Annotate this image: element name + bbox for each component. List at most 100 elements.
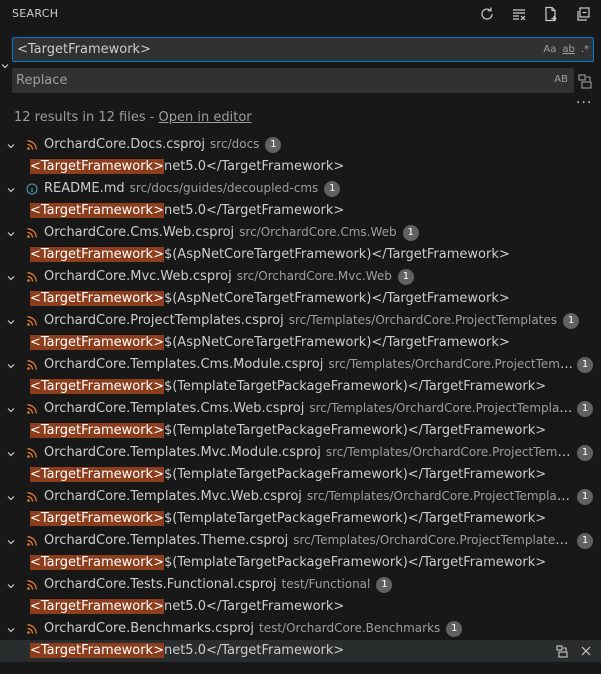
file-result-row[interactable]: OrchardCore.Benchmarks.csproj test/Orchar… — [0, 618, 601, 640]
match-case-toggle[interactable]: Aa — [543, 44, 556, 55]
info-icon — [26, 183, 38, 195]
refresh-icon[interactable] — [477, 4, 497, 24]
file-result-row[interactable]: README.md src/docs/guides/decoupled-cms 1 — [0, 178, 601, 200]
replace-box: AB — [12, 68, 574, 93]
match-row[interactable]: <TargetFramework>net5.0</TargetFramework… — [0, 156, 601, 178]
file-result-row[interactable]: OrchardCore.Templates.Mvc.Module.csproj s… — [0, 442, 601, 464]
expand-chevron-icon[interactable] — [6, 360, 16, 370]
match-row[interactable]: <TargetFramework>$(AspNetCoreTargetFrame… — [0, 244, 601, 266]
match-highlight: <TargetFramework> — [30, 599, 164, 614]
match-row[interactable]: <TargetFramework>$(TemplateTargetPackage… — [0, 508, 601, 530]
match-text: <TargetFramework>$(TemplateTargetPackage… — [30, 467, 546, 482]
match-rest: net5.0</TargetFramework> — [163, 159, 345, 174]
file-name: README.md src/docs/guides/decoupled-cms 1 — [44, 181, 341, 197]
dismiss-icon[interactable] — [579, 644, 593, 662]
rss-icon — [26, 227, 38, 239]
match-row[interactable]: <TargetFramework>$(AspNetCoreTargetFrame… — [0, 288, 601, 310]
file-result-row[interactable]: OrchardCore.Mvc.Web.csproj src/OrchardCor… — [0, 266, 601, 288]
open-in-editor-link[interactable]: Open in editor — [159, 110, 252, 125]
match-row[interactable]: <TargetFramework>net5.0</TargetFramework… — [0, 200, 601, 222]
expand-chevron-icon[interactable] — [6, 404, 16, 414]
match-text: <TargetFramework>net5.0</TargetFramework… — [30, 599, 344, 614]
match-row[interactable]: <TargetFramework>$(TemplateTargetPackage… — [0, 464, 601, 486]
match-count-badge: 1 — [376, 577, 393, 593]
regex-toggle[interactable]: .* — [581, 44, 589, 55]
match-text: <TargetFramework>$(AspNetCoreTargetFrame… — [30, 247, 510, 262]
match-rest: $(AspNetCoreTargetFramework)</TargetFram… — [163, 291, 510, 306]
rss-icon — [26, 623, 38, 635]
match-rest: $(AspNetCoreTargetFramework)</TargetFram… — [163, 335, 510, 350]
match-rest: $(TemplateTargetPackageFramework)</Targe… — [163, 467, 547, 482]
replace-icon[interactable] — [555, 644, 569, 662]
panel-title: SEARCH — [12, 7, 59, 20]
file-name-text: OrchardCore.Templates.Cms.Module.csproj — [44, 357, 324, 372]
file-name: OrchardCore.Templates.Mvc.Module.csproj s… — [44, 445, 574, 460]
search-box: Aa ab .* — [12, 37, 594, 62]
expand-chevron-icon[interactable] — [6, 624, 16, 634]
replace-input[interactable] — [16, 72, 516, 89]
match-row[interactable]: <TargetFramework>net5.0</TargetFramework… — [0, 640, 601, 662]
file-name-text: OrchardCore.Benchmarks.csproj — [44, 621, 254, 636]
toggle-replace-chevron-icon[interactable] — [0, 60, 10, 70]
match-count-badge: 1 — [577, 533, 593, 549]
file-name: OrchardCore.Mvc.Web.csproj src/OrchardCor… — [44, 269, 414, 285]
expand-chevron-icon[interactable] — [6, 536, 16, 546]
expand-chevron-icon[interactable] — [6, 492, 16, 502]
match-highlight: <TargetFramework> — [30, 643, 164, 658]
match-highlight: <TargetFramework> — [30, 467, 164, 482]
match-count-badge: 1 — [577, 445, 593, 461]
match-text: <TargetFramework>$(TemplateTargetPackage… — [30, 511, 546, 526]
replace-all-icon[interactable] — [577, 72, 593, 90]
match-text: <TargetFramework>net5.0</TargetFramework… — [30, 203, 344, 218]
expand-chevron-icon[interactable] — [6, 184, 16, 194]
match-rest: $(TemplateTargetPackageFramework)</Targe… — [163, 511, 547, 526]
file-result-row[interactable]: OrchardCore.Templates.Mvc.Web.csproj src/… — [0, 486, 601, 508]
match-count-badge: 1 — [577, 489, 593, 505]
file-path: src/Templates/OrchardCore.ProjectTemplat… — [309, 401, 574, 415]
expand-chevron-icon[interactable] — [6, 228, 16, 238]
match-highlight: <TargetFramework> — [30, 291, 164, 306]
file-path: test/Functional — [281, 577, 371, 591]
match-row[interactable]: <TargetFramework>net5.0</TargetFramework… — [0, 596, 601, 618]
file-result-row[interactable]: OrchardCore.Cms.Web.csproj src/OrchardCor… — [0, 222, 601, 244]
results-count-text: 12 results in 12 files - — [14, 110, 159, 125]
whole-word-toggle[interactable]: ab — [562, 44, 574, 55]
file-result-row[interactable]: OrchardCore.Templates.Theme.csproj src/Te… — [0, 530, 601, 552]
file-name-text: README.md — [44, 181, 125, 196]
match-row[interactable]: <TargetFramework>$(TemplateTargetPackage… — [0, 376, 601, 398]
match-row[interactable]: <TargetFramework>$(AspNetCoreTargetFrame… — [0, 332, 601, 354]
more-options-icon[interactable]: ··· — [576, 95, 592, 111]
expand-chevron-icon[interactable] — [6, 448, 16, 458]
match-row[interactable]: <TargetFramework>$(TemplateTargetPackage… — [0, 552, 601, 574]
search-input[interactable] — [17, 41, 517, 58]
expand-chevron-icon[interactable] — [6, 140, 16, 150]
rss-icon — [26, 579, 38, 591]
file-name-text: OrchardCore.Templates.Theme.csproj — [44, 533, 289, 548]
rss-icon — [26, 271, 38, 283]
search-panel-header: SEARCH — [0, 0, 601, 28]
expand-chevron-icon[interactable] — [6, 580, 16, 590]
match-row[interactable]: <TargetFramework>$(TemplateTargetPackage… — [0, 420, 601, 442]
match-highlight: <TargetFramework> — [30, 423, 164, 438]
expand-chevron-icon[interactable] — [6, 272, 16, 282]
file-name: OrchardCore.Templates.Cms.Web.csproj src/… — [44, 401, 574, 416]
collapse-all-icon[interactable] — [573, 4, 593, 24]
match-highlight: <TargetFramework> — [30, 159, 164, 174]
new-search-editor-icon[interactable] — [541, 4, 561, 24]
file-name-text: OrchardCore.Templates.Mvc.Web.csproj — [44, 489, 302, 504]
file-result-row[interactable]: OrchardCore.Templates.Cms.Module.csproj s… — [0, 354, 601, 376]
clear-results-icon[interactable] — [509, 4, 529, 24]
file-result-row[interactable]: OrchardCore.Tests.Functional.csproj test/… — [0, 574, 601, 596]
match-text: <TargetFramework>$(AspNetCoreTargetFrame… — [30, 291, 510, 306]
preserve-case-toggle[interactable]: AB — [554, 74, 568, 85]
expand-chevron-icon[interactable] — [6, 316, 16, 326]
file-result-row[interactable]: OrchardCore.ProjectTemplates.csproj src/T… — [0, 310, 601, 332]
match-text: <TargetFramework>net5.0</TargetFramework… — [30, 159, 344, 174]
file-result-row[interactable]: OrchardCore.Docs.csproj src/docs 1 — [0, 134, 601, 156]
results-tree: OrchardCore.Docs.csproj src/docs 1 <TargetF… — [0, 134, 601, 662]
file-name-text: OrchardCore.Templates.Cms.Web.csproj — [44, 401, 305, 416]
file-result-row[interactable]: OrchardCore.Templates.Cms.Web.csproj src/… — [0, 398, 601, 420]
match-text: <TargetFramework>$(TemplateTargetPackage… — [30, 423, 546, 438]
match-text: <TargetFramework>$(TemplateTargetPackage… — [30, 555, 546, 570]
match-text: <TargetFramework>$(TemplateTargetPackage… — [30, 379, 546, 394]
